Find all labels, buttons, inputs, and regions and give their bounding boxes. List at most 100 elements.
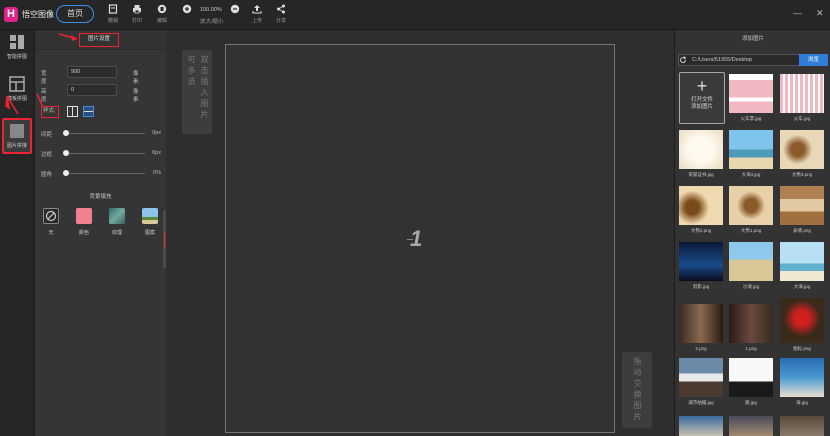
thumbnail-item[interactable]: 图标.png xyxy=(780,298,824,352)
hint-char: 片 xyxy=(633,412,642,421)
thumbnail-label: 大熊2.png xyxy=(690,228,712,233)
border-label: 边框 xyxy=(41,152,53,158)
upload-button[interactable]: 上传 xyxy=(252,4,262,24)
share-icon xyxy=(277,4,285,14)
thumbnail-item[interactable]: 表情.png xyxy=(780,186,824,234)
slider-knob[interactable] xyxy=(63,130,69,136)
browse-button[interactable]: 浏览 xyxy=(799,54,828,66)
thumbnail-item[interactable]: 火车票.jpg xyxy=(729,74,773,122)
sidebar-item-image-stitch[interactable]: 图片拼接 xyxy=(2,118,32,154)
bg-option-label: 颜色 xyxy=(78,230,89,236)
border-slider[interactable]: 边框 0px xyxy=(41,148,161,158)
slider-knob[interactable] xyxy=(63,170,69,176)
sidebar-item-smart-collage[interactable]: 智能拼图 xyxy=(2,34,32,60)
spacing-slider[interactable]: 间距 0px xyxy=(41,128,161,138)
thumbnail-label: 图标.png xyxy=(793,346,811,351)
thumbnail-item[interactable]: 大熊1.png xyxy=(729,186,773,234)
thumbnail-item[interactable]: 大海.jpg xyxy=(780,242,824,290)
thumbnail-image xyxy=(729,242,773,281)
bg-option-texture[interactable]: 纹理 xyxy=(107,208,127,236)
home-button[interactable]: 首页 xyxy=(56,5,94,23)
thumbnail-item[interactable]: 沙滩.jpg xyxy=(729,242,773,290)
bg-option-none[interactable]: 无 xyxy=(41,208,61,236)
hint-char: 换 xyxy=(633,390,642,399)
share-label: 分享 xyxy=(276,18,287,24)
folder-path-input[interactable]: C:/Users/51955/Desktop xyxy=(678,54,800,66)
grid-layout-icon xyxy=(10,35,24,49)
slider-track xyxy=(65,133,145,134)
thumbnail-image xyxy=(679,304,723,343)
width-input[interactable]: 900 xyxy=(67,66,117,78)
thumbnail-image xyxy=(729,186,773,225)
thumbnail-item[interactable]: 火车.jpg xyxy=(780,74,824,122)
hint-char: 图 xyxy=(633,401,642,410)
thumbnail-item[interactable]: 跳.jpg xyxy=(729,358,773,406)
thumbnail-image xyxy=(780,242,824,281)
thumbnail-image xyxy=(729,358,773,397)
radius-slider[interactable]: 圆角 0% xyxy=(41,168,161,178)
plus-icon: + xyxy=(696,76,708,96)
thumbnail-item[interactable]: 大熊2.png xyxy=(679,186,723,234)
hint-char: 图 xyxy=(200,99,209,108)
color-swatch xyxy=(76,208,92,224)
minimize-button[interactable]: — xyxy=(793,8,802,18)
print-label: 打印 xyxy=(132,18,143,24)
thumbnail-item[interactable]: 剪影.jpg xyxy=(679,242,723,290)
canvas-page-number: 1 xyxy=(406,226,423,251)
thumbnail-image xyxy=(729,74,773,113)
height-input[interactable]: 0 xyxy=(67,84,117,96)
thumbnail-label: 表情.png xyxy=(793,228,811,233)
thumbnail-image xyxy=(729,304,773,343)
open-file-tile[interactable]: + 打开文件 添加图片 xyxy=(679,72,725,124)
annotation-arrow-icon xyxy=(36,93,44,108)
thumbnail-image xyxy=(729,130,773,169)
thumbnail-label: 大熊3.png xyxy=(791,172,813,177)
horizontal-layout-option[interactable] xyxy=(67,106,78,117)
thumbnail-image xyxy=(780,186,824,225)
texture-swatch xyxy=(109,208,125,224)
thumbnail-image xyxy=(780,358,824,397)
height-unit: 像素 xyxy=(133,89,139,103)
open-file-label: 打开文件 xyxy=(690,97,713,103)
annotation-arrow-icon xyxy=(58,33,78,41)
bg-option-color[interactable]: 颜色 xyxy=(74,208,94,236)
share-button[interactable]: 分享 xyxy=(276,4,286,24)
zoom-out-icon xyxy=(230,4,240,14)
thumbnail-item[interactable]: 荣誉证书.jpg xyxy=(679,130,723,178)
spacing-label: 间距 xyxy=(41,132,53,138)
thumbnail-label: 火车票.jpg xyxy=(740,116,762,121)
thumbnail-image xyxy=(780,298,824,343)
thumbnail-item[interactable]: 城市拍摄.jpg xyxy=(679,358,723,406)
thumbnail-label: 大熊1.png xyxy=(740,228,762,233)
upload-icon xyxy=(252,5,262,14)
zoom-in-button[interactable] xyxy=(182,4,192,14)
thumbnail-image-partial xyxy=(679,416,723,436)
insert-hint: 双 击 插 入 图 片 可 多 选 xyxy=(182,50,212,134)
thumbnail-image xyxy=(679,130,723,169)
tab-image-settings[interactable]: 图片设置 xyxy=(79,33,119,47)
radius-value: 0% xyxy=(153,170,161,176)
thumbnail-item[interactable]: 大海3.jpg xyxy=(729,130,773,178)
zoom-out-button[interactable] xyxy=(230,4,240,14)
vertical-layout-option[interactable] xyxy=(83,106,94,117)
close-button[interactable]: ✕ xyxy=(816,8,824,19)
print-button[interactable]: 打印 xyxy=(132,4,142,24)
thumbnail-item[interactable]: 海.jpg xyxy=(780,358,824,406)
thumbnail-item[interactable]: 2.png xyxy=(679,304,723,351)
settings-header: 图片设置 xyxy=(35,30,166,50)
thumbnail-label: 沙滩.jpg xyxy=(742,284,760,289)
slider-track xyxy=(65,153,145,154)
bg-option-label: 纹理 xyxy=(111,230,122,236)
radius-label: 圆角 xyxy=(41,172,53,178)
thumbnail-item[interactable]: 1.png xyxy=(729,304,773,351)
thumbnail-image-partial xyxy=(729,416,773,436)
thumbnail-label: 荣誉证书.jpg xyxy=(688,172,714,177)
bg-option-pattern[interactable]: 图案 xyxy=(140,208,160,236)
edit-button[interactable]: 编辑 xyxy=(157,4,167,24)
undo-button[interactable]: 撤销 xyxy=(108,4,118,24)
thumbnail-item[interactable]: 大熊3.png xyxy=(780,130,824,178)
bg-option-label: 无 xyxy=(48,230,54,236)
thumbnail-label: 跳.jpg xyxy=(745,400,757,405)
refresh-icon[interactable] xyxy=(679,56,687,64)
slider-knob[interactable] xyxy=(63,150,69,156)
